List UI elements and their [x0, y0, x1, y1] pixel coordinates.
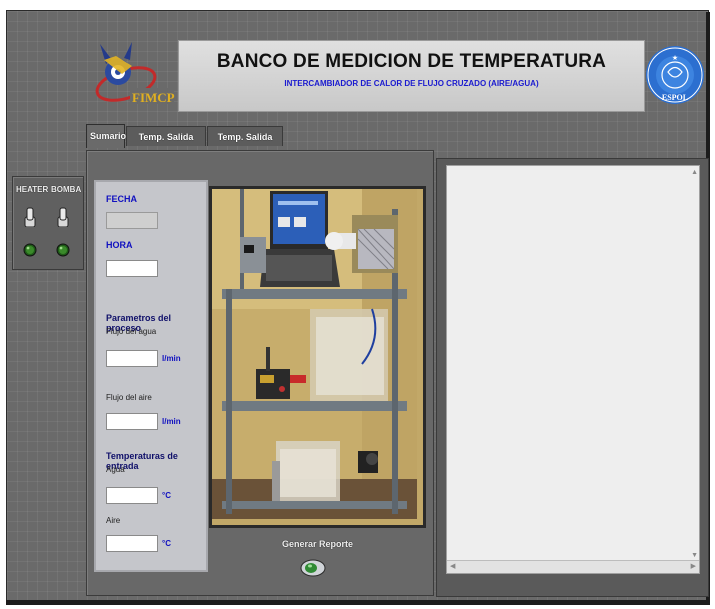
title-banner: BANCO DE MEDICION DE TEMPERATURA INTERCA…: [178, 40, 645, 112]
espol-seal: ★ ESPOL: [644, 30, 706, 122]
fecha-label: FECHA: [106, 194, 137, 204]
flujo-aire-label: Flujo del aire: [106, 393, 152, 402]
page-title: BANCO DE MEDICION DE TEMPERATURA: [216, 51, 607, 72]
aire-unit: °C: [162, 539, 171, 548]
generar-reporte-button[interactable]: [300, 559, 326, 577]
heater-led-icon: [23, 243, 37, 262]
bomba-led-icon: [56, 243, 70, 262]
svg-text:ESPOL: ESPOL: [662, 93, 688, 102]
flujo-agua-label: Flujo del agua: [106, 327, 157, 336]
scroll-right-icon[interactable]: ▶: [691, 562, 696, 570]
aire-field[interactable]: [106, 535, 158, 552]
agua-unit: °C: [162, 491, 171, 500]
tab-temp-salida-aire[interactable]: Temp. Salida Aire: [207, 126, 283, 162]
hora-label: HORA: [106, 240, 133, 250]
svg-text:★: ★: [672, 54, 678, 62]
heater-label: HEATER: [16, 185, 49, 194]
pump-heater-controls: HEATER BOMBA: [12, 176, 84, 270]
process-form: FECHA HORA Parametros del proceso Flujo …: [94, 180, 208, 572]
tab-sumario[interactable]: Sumario: [86, 124, 126, 148]
flujo-agua-unit: l/min: [162, 354, 181, 363]
bomba-label: BOMBA: [51, 185, 82, 194]
fecha-field[interactable]: [106, 212, 158, 229]
agua-label: Agua: [106, 465, 125, 474]
fimcp-logo: FIMCP: [92, 38, 177, 112]
hora-field[interactable]: [106, 260, 158, 277]
tab-temp-salida-agua[interactable]: Temp. Salida Agua: [126, 126, 206, 162]
scroll-left-icon[interactable]: ◀: [450, 562, 455, 570]
heater-toggle[interactable]: [23, 207, 37, 232]
agua-field[interactable]: [106, 487, 158, 504]
generar-reporte-label: Generar Reporte: [282, 539, 354, 549]
flujo-aire-unit: l/min: [162, 417, 181, 426]
flujo-aire-field[interactable]: [106, 413, 158, 430]
horizontal-scrollbar[interactable]: ◀ ▶: [447, 560, 699, 573]
bomba-toggle[interactable]: [56, 207, 70, 232]
svg-text:FIMCP: FIMCP: [132, 90, 175, 105]
window-shadow: [6, 600, 708, 605]
scroll-down-icon[interactable]: ▼: [691, 552, 698, 559]
bench-photo: [209, 186, 426, 528]
flujo-agua-field[interactable]: [106, 350, 158, 367]
scroll-up-icon[interactable]: ▲: [691, 169, 698, 176]
report-display[interactable]: ▲ ▼ ◀ ▶: [446, 165, 700, 574]
aire-label: Aire: [106, 516, 121, 525]
page-subtitle: INTERCAMBIADOR DE CALOR DE FLUJO CRUZADO…: [284, 79, 539, 88]
